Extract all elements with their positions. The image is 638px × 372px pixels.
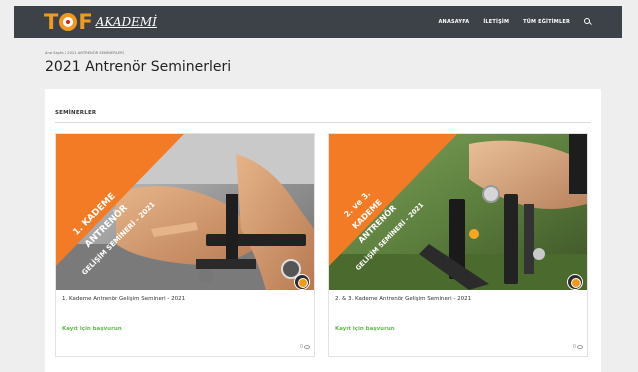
main-nav: ANASAYFA İLETİŞİM TÜM EĞİTİMLER	[438, 6, 592, 38]
section-title: SEMİNERLER	[55, 110, 97, 116]
target-icon	[59, 13, 78, 31]
seminar-card-title[interactable]: 1. Kademe Antrenör Gelişim Semineri - 20…	[62, 296, 185, 302]
top-navigation-bar: T F AKADEMİ ANASAYFA İLETİŞİM TÜM EĞİTİM…	[14, 6, 622, 38]
page-title: 2021 Antrenör Seminerleri	[45, 59, 232, 75]
view-count: 0	[572, 344, 576, 350]
view-counter: 0	[300, 344, 310, 350]
register-link[interactable]: Kayıt için başvurun	[62, 326, 122, 332]
nav-all-courses[interactable]: TÜM EĞİTİMLER	[523, 19, 570, 25]
seminar-card-1-image[interactable]: 1. KADEME ANTRENÖR GELİŞİM SEMİNERİ - 20…	[56, 134, 314, 290]
logo-letter-f: F	[78, 10, 93, 34]
site-logo[interactable]: T F AKADEMİ	[44, 10, 157, 34]
seminars-panel: SEMİNERLER 1. KADEME ANTRENÖR GELİŞİM SE…	[45, 89, 601, 372]
register-link[interactable]: Kayıt için başvurun	[335, 326, 395, 332]
view-counter: 0	[573, 344, 583, 350]
nav-home[interactable]: ANASAYFA	[438, 19, 469, 25]
seminar-card-2[interactable]: 2. ve 3. KADEME ANTRENÖR GELİŞİM SEMİNER…	[328, 133, 588, 357]
nav-contact[interactable]: İLETİŞİM	[483, 19, 509, 25]
section-divider	[55, 122, 591, 123]
seminar-card-1[interactable]: 1. KADEME ANTRENÖR GELİŞİM SEMİNERİ - 20…	[55, 133, 315, 357]
breadcrumb[interactable]: Ana Sayfa / 2021 ANTRENÖR SEMİNERLERİ	[45, 51, 124, 55]
eye-icon	[577, 344, 583, 349]
logo-letter-t: T	[44, 10, 59, 34]
seminar-card-2-image[interactable]: 2. ve 3. KADEME ANTRENÖR GELİŞİM SEMİNER…	[329, 134, 587, 290]
academy-badge-icon	[567, 274, 583, 290]
seminar-card-title[interactable]: 2. & 3. Kademe Antrenör Gelişim Semineri…	[335, 296, 471, 302]
logo-akademi-text: AKADEMİ	[95, 15, 157, 29]
search-icon[interactable]	[584, 18, 592, 26]
eye-icon	[304, 344, 310, 349]
view-count: 0	[299, 344, 303, 350]
academy-badge-icon	[294, 274, 310, 290]
